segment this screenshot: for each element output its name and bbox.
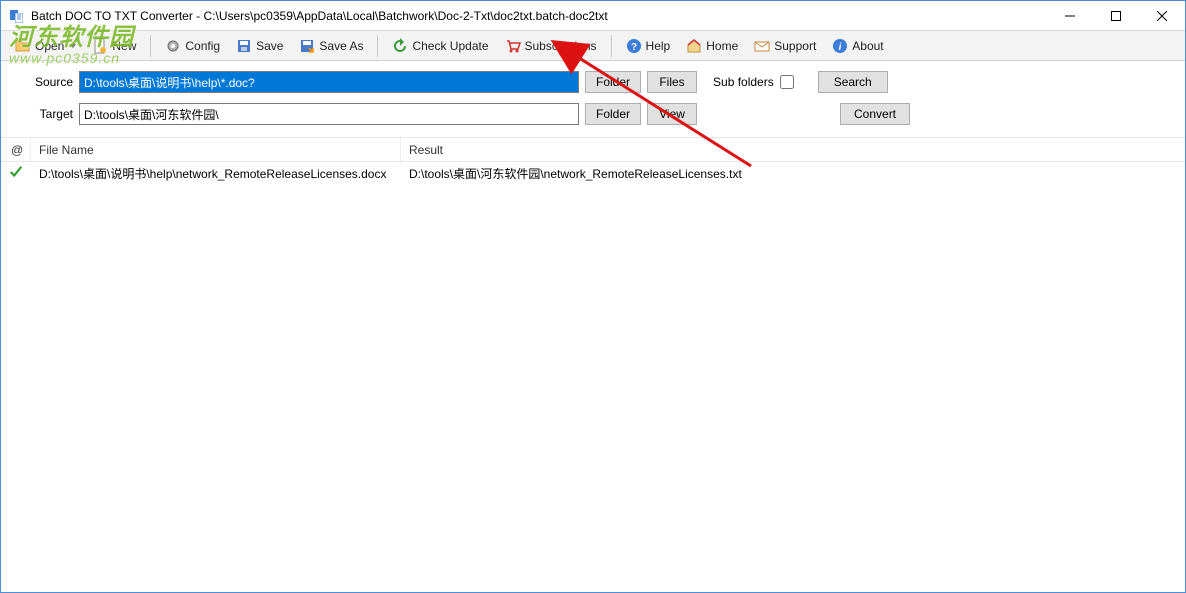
checkmark-icon [9, 165, 23, 182]
save-button[interactable]: Save [229, 34, 290, 58]
support-label: Support [774, 39, 816, 53]
svg-text:?: ? [630, 42, 636, 53]
window-title: Batch DOC TO TXT Converter - C:\Users\pc… [31, 9, 1047, 23]
subfolders-checkbox[interactable] [780, 75, 794, 89]
refresh-icon [392, 38, 408, 54]
svg-text:i: i [839, 42, 842, 53]
gear-icon [165, 38, 181, 54]
home-button[interactable]: Home [679, 34, 745, 58]
minimize-button[interactable] [1047, 1, 1093, 30]
new-doc-icon [92, 38, 108, 54]
save-label: Save [256, 39, 283, 53]
new-label: New [112, 39, 136, 53]
about-label: About [852, 39, 883, 53]
toolbar-separator [611, 35, 612, 57]
toolbar-separator [150, 35, 151, 57]
check-update-button[interactable]: Check Update [385, 34, 495, 58]
info-icon: i [832, 38, 848, 54]
column-result[interactable]: Result [401, 138, 1185, 161]
toolbar: Open New Config Save Save As [1, 31, 1185, 61]
about-button[interactable]: i About [825, 34, 890, 58]
subfolders-checkbox-label[interactable]: Sub folders [713, 75, 794, 89]
result-cell: D:\tools\桌面\河东软件园\network_RemoteReleaseL… [401, 165, 1185, 182]
target-label: Target [21, 107, 73, 121]
help-icon: ? [626, 38, 642, 54]
new-button[interactable]: New [85, 34, 143, 58]
path-panel: Source Folder Files Sub folders Search T… [1, 61, 1185, 138]
search-button[interactable]: Search [818, 71, 888, 93]
open-label: Open [35, 39, 64, 53]
maximize-button[interactable] [1093, 1, 1139, 30]
support-button[interactable]: Support [747, 34, 823, 58]
list-header: @ File Name Result [1, 138, 1185, 162]
target-folder-button[interactable]: Folder [585, 103, 641, 125]
toolbar-separator [377, 35, 378, 57]
source-folder-button[interactable]: Folder [585, 71, 641, 93]
subfolders-label: Sub folders [713, 75, 774, 89]
subscriptions-button[interactable]: Subscriptions [498, 34, 604, 58]
folder-open-icon [15, 38, 31, 54]
source-files-button[interactable]: Files [647, 71, 697, 93]
save-as-icon [299, 38, 315, 54]
check-update-label: Check Update [412, 39, 488, 53]
column-status[interactable]: @ [1, 138, 31, 161]
mail-icon [754, 38, 770, 54]
home-label: Home [706, 39, 738, 53]
chevron-down-icon [70, 44, 76, 48]
save-as-label: Save As [319, 39, 363, 53]
status-cell [1, 165, 31, 182]
subscriptions-label: Subscriptions [525, 39, 597, 53]
close-button[interactable] [1139, 1, 1185, 30]
list-item[interactable]: D:\tools\桌面\说明书\help\network_RemoteRelea… [1, 162, 1185, 184]
home-icon [686, 38, 702, 54]
result-list: D:\tools\桌面\说明书\help\network_RemoteRelea… [1, 162, 1185, 592]
help-button[interactable]: ? Help [619, 34, 678, 58]
open-button[interactable]: Open [8, 34, 83, 58]
save-as-button[interactable]: Save As [292, 34, 370, 58]
target-input[interactable] [79, 103, 579, 125]
target-view-button[interactable]: View [647, 103, 697, 125]
config-button[interactable]: Config [158, 34, 227, 58]
convert-button[interactable]: Convert [840, 103, 910, 125]
app-icon [9, 8, 25, 24]
source-label: Source [21, 75, 73, 89]
cart-icon [505, 38, 521, 54]
title-bar: Batch DOC TO TXT Converter - C:\Users\pc… [1, 1, 1185, 31]
help-label: Help [646, 39, 671, 53]
save-icon [236, 38, 252, 54]
file-cell: D:\tools\桌面\说明书\help\network_RemoteRelea… [31, 165, 401, 182]
config-label: Config [185, 39, 220, 53]
source-input[interactable] [79, 71, 579, 93]
column-filename[interactable]: File Name [31, 138, 401, 161]
